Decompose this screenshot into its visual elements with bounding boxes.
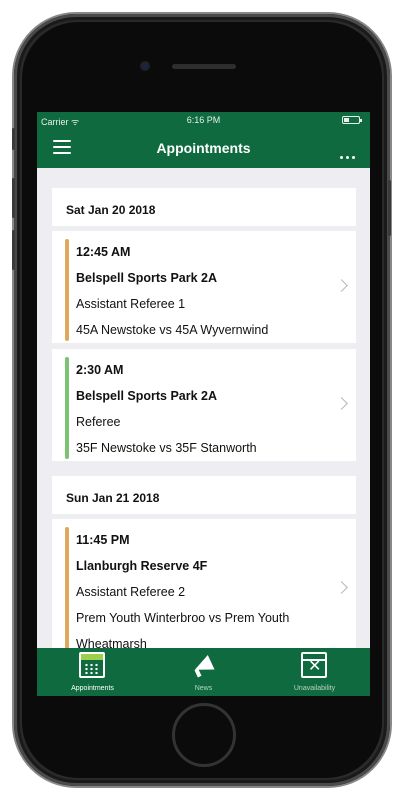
chevron-right-icon <box>335 397 348 410</box>
home-button[interactable] <box>172 703 236 767</box>
battery-icon <box>342 116 362 124</box>
side-button-power <box>388 180 391 236</box>
more-options-icon[interactable] <box>340 146 360 159</box>
status-accent-bar <box>65 357 69 459</box>
appointment-venue: Belspell Sports Park 2A <box>76 389 218 403</box>
appointment-venue: Belspell Sports Park 2A <box>76 271 218 285</box>
tab-label: News <box>194 685 213 692</box>
appointment-match: 35F Newstoke vs 35F Stanworth <box>76 441 257 455</box>
megaphone-icon <box>190 652 216 678</box>
status-bar: Carrier ᯤ 6:16 PM <box>37 112 370 128</box>
appointment-venue: Llanburgh Reserve 4F <box>76 559 208 573</box>
tab-bar: Appointments News ✕ Unavailability <box>37 648 370 696</box>
appointment-card[interactable]: 2:30 AM Belspell Sports Park 2A Referee … <box>52 349 356 461</box>
status-accent-bar <box>65 527 69 648</box>
tab-label: Unavailability <box>293 685 336 692</box>
appointment-card[interactable]: 11:45 PM Llanburgh Reserve 4F Assistant … <box>52 519 356 648</box>
status-time: 6:16 PM <box>186 115 221 125</box>
date-header: Sat Jan 20 2018 <box>52 188 356 226</box>
side-button-volume-down <box>12 230 15 270</box>
tab-label: Appointments <box>71 685 114 692</box>
appointment-match-continued: Wheatmarsh <box>76 637 147 648</box>
appointments-list[interactable]: Sat Jan 20 2018 12:45 AM Belspell Sports… <box>37 168 370 648</box>
chevron-right-icon <box>335 581 348 594</box>
appointment-card[interactable]: 12:45 AM Belspell Sports Park 2A Assista… <box>52 231 356 343</box>
tab-news[interactable]: News <box>148 648 259 696</box>
appointment-role: Referee <box>76 415 121 429</box>
tab-appointments[interactable]: Appointments <box>37 648 148 696</box>
chevron-right-icon <box>335 279 348 292</box>
appointment-match: Prem Youth Winterbroo vs Prem Youth <box>76 611 290 625</box>
page-title: Appointments <box>156 140 251 156</box>
unavailable-x-icon: ✕ <box>301 652 327 678</box>
side-button-volume-up <box>12 178 15 218</box>
appointment-time: 11:45 PM <box>76 533 130 547</box>
appointment-time: 12:45 AM <box>76 245 131 259</box>
app-screen: Carrier ᯤ 6:16 PM Appointments Sat Jan 2… <box>37 112 370 696</box>
appointment-role: Assistant Referee 2 <box>76 585 186 599</box>
appointment-match: 45A Newstoke vs 45A Wyvernwind <box>76 323 269 337</box>
appointment-role: Assistant Referee 1 <box>76 297 186 311</box>
earpiece-speaker <box>172 64 236 69</box>
calendar-icon <box>79 652 105 678</box>
tab-unavailability[interactable]: ✕ Unavailability <box>259 648 370 696</box>
side-button-silent <box>12 128 15 150</box>
status-accent-bar <box>65 239 69 341</box>
front-camera <box>140 61 150 71</box>
nav-bar: Appointments <box>37 128 370 168</box>
date-header: Sun Jan 21 2018 <box>52 476 356 514</box>
appointment-time: 2:30 AM <box>76 363 124 377</box>
